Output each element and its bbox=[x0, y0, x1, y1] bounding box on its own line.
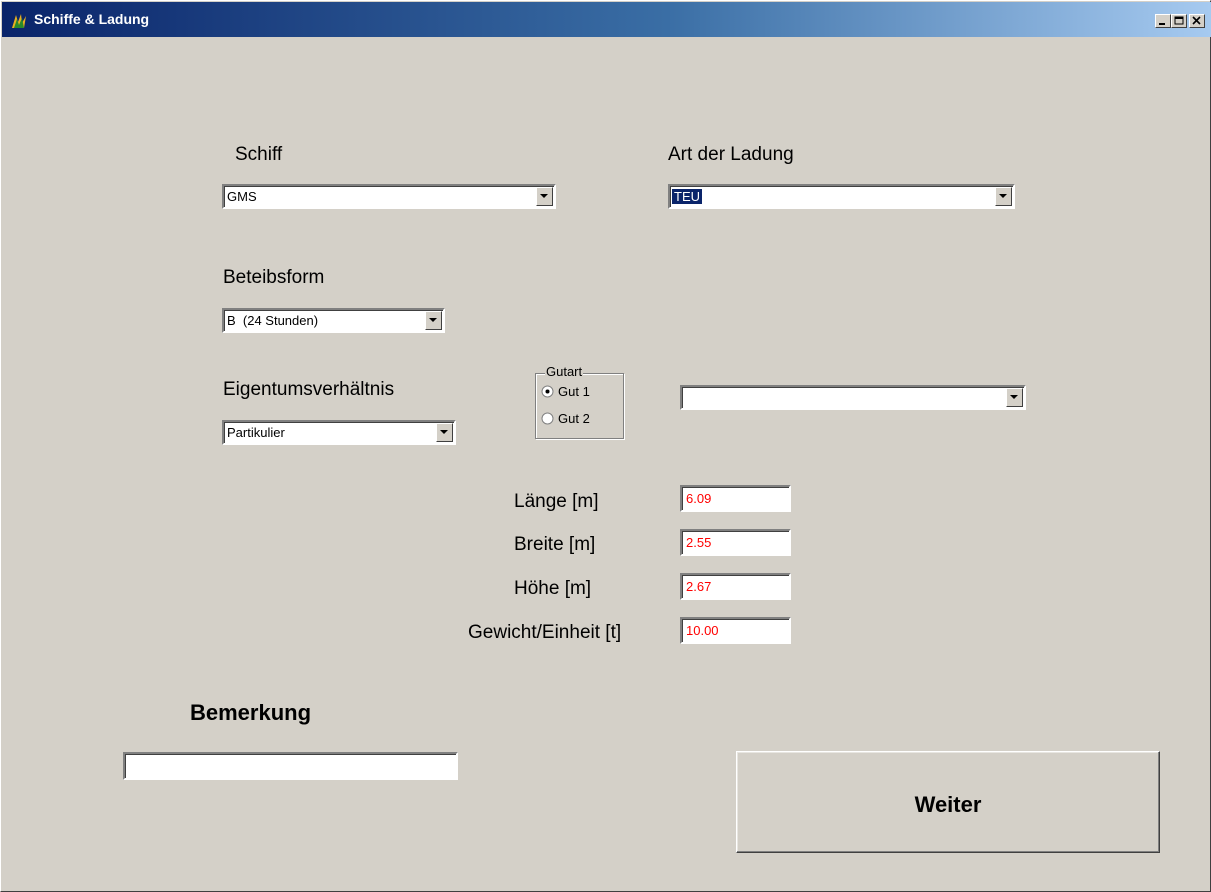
hoehe-label: Höhe [m] bbox=[514, 578, 592, 599]
chevron-down-icon bbox=[440, 430, 448, 434]
gutart-title: Gutart bbox=[545, 364, 584, 379]
eigentum-value: Partikulier bbox=[227, 425, 285, 440]
gutart-group bbox=[535, 373, 624, 439]
weiter-button-label: Weiter bbox=[914, 792, 982, 817]
radio-gut2[interactable] bbox=[541, 412, 554, 425]
eigentum-label: Eigentumsverhältnis bbox=[223, 379, 395, 400]
maximize-button[interactable] bbox=[1171, 14, 1187, 28]
ladung-label: Art der Ladung bbox=[668, 144, 794, 165]
minimize-icon bbox=[1159, 23, 1165, 25]
schiff-combobox[interactable]: GMS bbox=[222, 184, 556, 209]
betriebsform-label: Beteibsform bbox=[223, 267, 325, 288]
close-icon bbox=[1192, 16, 1201, 25]
gewicht-value: 10.00 bbox=[686, 623, 719, 638]
minimize-button[interactable] bbox=[1155, 14, 1171, 28]
gut-dropdown-button[interactable] bbox=[1006, 388, 1023, 407]
breite-label: Breite [m] bbox=[514, 534, 596, 555]
title-bar[interactable]: Schiffe & Ladung bbox=[2, 2, 1211, 37]
laenge-field[interactable]: 6.09 bbox=[680, 485, 791, 512]
radio-gut1[interactable] bbox=[541, 385, 554, 398]
betriebsform-combobox[interactable]: B (24 Stunden) bbox=[222, 308, 445, 333]
eigentum-combobox[interactable]: Partikulier bbox=[222, 420, 456, 445]
gewicht-label: Gewicht/Einheit [t] bbox=[468, 622, 622, 643]
bemerkung-label: Bemerkung bbox=[190, 700, 312, 725]
breite-value: 2.55 bbox=[686, 535, 712, 550]
ladung-dropdown-button[interactable] bbox=[995, 187, 1012, 206]
window-title: Schiffe & Ladung bbox=[34, 11, 150, 27]
ladung-value: TEU bbox=[672, 189, 702, 204]
app-icon bbox=[10, 12, 28, 30]
laenge-label: Länge [m] bbox=[514, 491, 599, 512]
chevron-down-icon bbox=[1010, 395, 1018, 399]
betriebsform-dropdown-button[interactable] bbox=[425, 311, 442, 330]
schiff-dropdown-button[interactable] bbox=[536, 187, 553, 206]
schiff-label: Schiff bbox=[235, 144, 283, 165]
gut-combobox[interactable] bbox=[680, 385, 1026, 410]
close-button[interactable] bbox=[1189, 14, 1205, 28]
gewicht-field[interactable]: 10.00 bbox=[680, 617, 791, 644]
betriebsform-value: B (24 Stunden) bbox=[227, 313, 319, 328]
laenge-value: 6.09 bbox=[686, 491, 712, 506]
maximize-icon bbox=[1174, 16, 1184, 25]
hoehe-field[interactable]: 2.67 bbox=[680, 573, 791, 600]
main-window: Schiffe & Ladung Schiff GMS Art der Ladu… bbox=[0, 0, 1211, 892]
chevron-down-icon bbox=[999, 194, 1007, 198]
radio-gut1-label[interactable]: Gut 1 bbox=[558, 384, 590, 399]
breite-field[interactable]: 2.55 bbox=[680, 529, 791, 556]
eigentum-dropdown-button[interactable] bbox=[436, 423, 453, 442]
chevron-down-icon bbox=[429, 318, 437, 322]
chevron-down-icon bbox=[540, 194, 548, 198]
radio-gut2-label[interactable]: Gut 2 bbox=[558, 411, 590, 426]
bemerkung-field[interactable] bbox=[123, 752, 458, 780]
schiff-value: GMS bbox=[227, 189, 257, 204]
ladung-combobox[interactable]: TEU bbox=[668, 184, 1015, 209]
hoehe-value: 2.67 bbox=[686, 579, 712, 594]
weiter-button[interactable]: Weiter bbox=[736, 751, 1160, 853]
